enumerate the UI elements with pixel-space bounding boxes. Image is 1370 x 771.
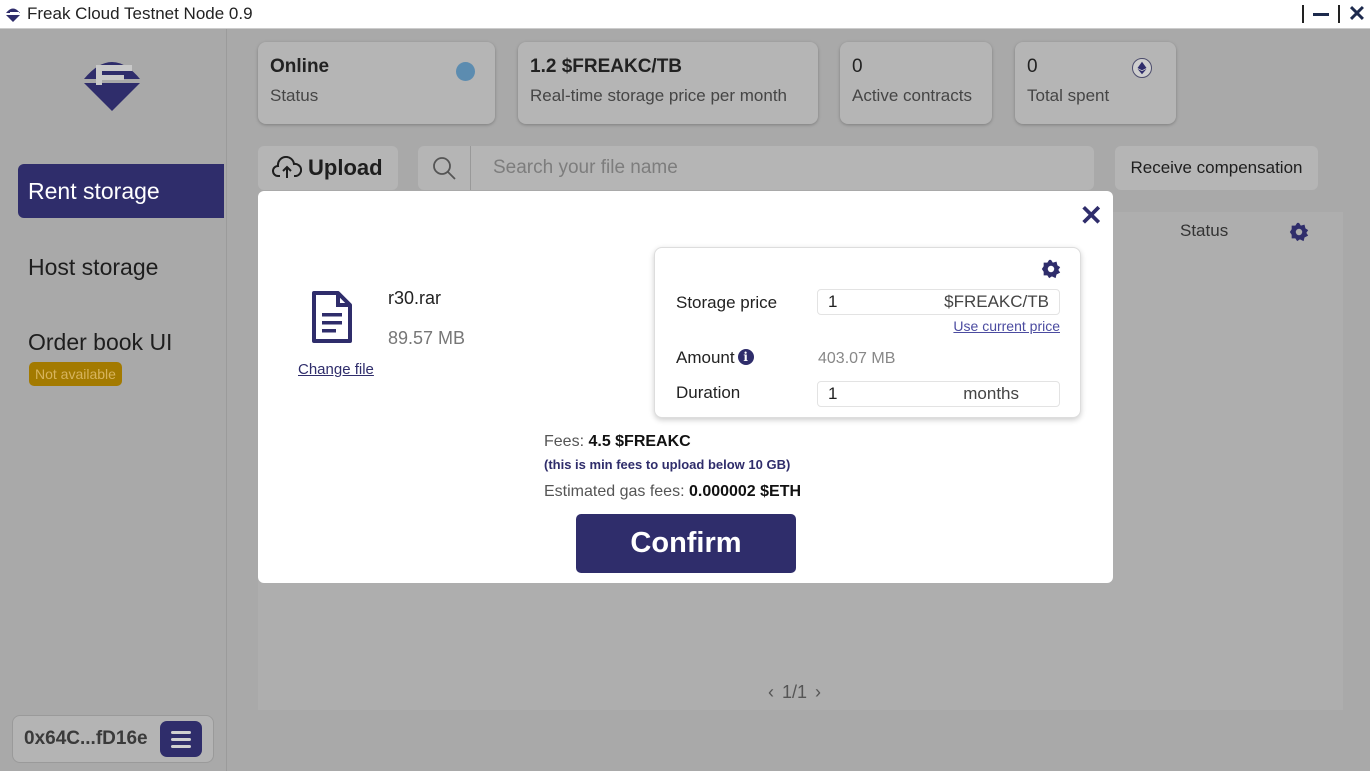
contracts-label: Active contracts	[852, 86, 972, 105]
fees-value: 4.5 $FREAKC	[588, 433, 691, 450]
receive-compensation-button[interactable]: Receive compensation	[1115, 146, 1318, 190]
page-indicator: 1/1	[782, 682, 808, 702]
fees-label: Fees:	[544, 433, 585, 450]
gas-label: Estimated gas fees:	[544, 483, 685, 500]
price-card: 1.2 $FREAKC/TB Real-time storage price p…	[518, 42, 818, 124]
sidebar-item-host-storage[interactable]: Host storage	[18, 240, 224, 294]
use-current-price-link[interactable]: Use current price	[953, 318, 1060, 334]
title-bar: Freak Cloud Testnet Node 0.9 ✕	[0, 0, 1370, 29]
sidebar-item-order-book[interactable]: Order book UI	[18, 315, 224, 369]
close-icon: ✕	[1347, 1, 1367, 26]
confirm-button[interactable]: Confirm	[576, 514, 796, 573]
close-window-button[interactable]: ✕	[1344, 0, 1370, 28]
chevron-right-icon[interactable]: ›	[815, 682, 821, 703]
amount-label: Amount	[676, 348, 735, 367]
storage-price-unit: $FREAKC/TB	[944, 292, 1049, 311]
fees-note: (this is min fees to upload below 10 GB)	[544, 457, 791, 472]
duration-label: Duration	[676, 383, 741, 402]
document-icon	[312, 291, 352, 343]
duration-value: 1	[828, 384, 838, 403]
sidebar-item-label: Rent storage	[28, 177, 160, 204]
fees-line: Fees: 4.5 $FREAKC	[544, 433, 691, 451]
storage-price-label: Storage price	[676, 293, 778, 312]
window-controls: ✕	[1298, 0, 1370, 28]
wallet-address[interactable]: 0x64C...fD16e	[24, 728, 148, 750]
price-label: Real-time storage price per month	[530, 86, 788, 105]
sidebar: Rent storage Host storage Order book UI …	[0, 29, 227, 771]
status-value: Online	[270, 56, 330, 77]
gear-icon[interactable]	[1288, 221, 1310, 243]
hamburger-icon-line	[171, 744, 191, 748]
duration-unit: months	[963, 384, 1019, 403]
gas-fees-line: Estimated gas fees: 0.000002 $ETH	[544, 483, 801, 501]
status-card: Online Status	[258, 42, 495, 124]
status-dot-icon	[456, 62, 475, 81]
storage-price-field[interactable]: 1 $FREAKC/TB	[817, 289, 1060, 315]
price-value: 1.2 $FREAKC/TB	[530, 56, 683, 77]
minimize-icon	[1313, 12, 1329, 16]
search-input[interactable]	[491, 156, 1055, 180]
upload-label: Upload	[308, 155, 383, 180]
chevron-left-icon[interactable]: ‹	[768, 682, 774, 703]
status-label: Status	[270, 86, 319, 105]
duration-field[interactable]: 1 months	[817, 381, 1060, 407]
logo-icon	[84, 62, 140, 111]
contracts-value: 0	[852, 56, 863, 77]
hamburger-icon	[171, 730, 191, 734]
amount-value: 403.07 MB	[818, 350, 896, 367]
spent-label: Total spent	[1027, 86, 1110, 105]
status-column-header: Status	[1180, 221, 1229, 240]
pagination: ‹ 1/1 ›	[768, 682, 821, 703]
menu-button[interactable]	[160, 721, 202, 757]
ethereum-icon	[1132, 58, 1152, 78]
close-modal-icon[interactable]: ✕	[1080, 199, 1103, 232]
change-file-link[interactable]: Change file	[298, 361, 374, 378]
upload-button[interactable]: Upload	[258, 146, 398, 190]
spent-card: 0 Total spent	[1015, 42, 1176, 124]
storage-price-value: 1	[828, 292, 838, 311]
app-logo-icon	[6, 8, 20, 22]
divider	[1302, 5, 1304, 23]
not-available-badge: Not available	[29, 362, 122, 386]
file-size: 89.57 MB	[388, 328, 466, 348]
gas-value: 0.000002 $ETH	[688, 483, 802, 500]
gear-icon[interactable]	[1040, 258, 1062, 280]
cloud-upload-icon	[272, 156, 302, 178]
divider	[1338, 5, 1340, 23]
contracts-card: 0 Active contracts	[840, 42, 992, 124]
upload-modal: ✕ Change file r30.rar 89.57 MB Storage p…	[258, 191, 1113, 583]
search-bar	[418, 146, 1094, 190]
amount-label-wrap: Amount i	[676, 348, 754, 368]
sidebar-item-label: Host storage	[28, 253, 159, 280]
window-title: Freak Cloud Testnet Node 0.9	[27, 4, 253, 23]
wallet-widget: 0x64C...fD16e	[12, 715, 214, 763]
search-icon[interactable]	[418, 146, 471, 190]
hamburger-icon-line	[171, 737, 191, 741]
file-name: r30.rar	[388, 288, 442, 308]
sidebar-item-label: Order book UI	[28, 328, 173, 355]
info-icon[interactable]: i	[737, 349, 754, 365]
storage-settings-panel: Storage price 1 $FREAKC/TB Use current p…	[654, 247, 1081, 418]
sidebar-item-rent-storage[interactable]: Rent storage	[18, 164, 224, 218]
minimize-button[interactable]	[1308, 0, 1334, 28]
